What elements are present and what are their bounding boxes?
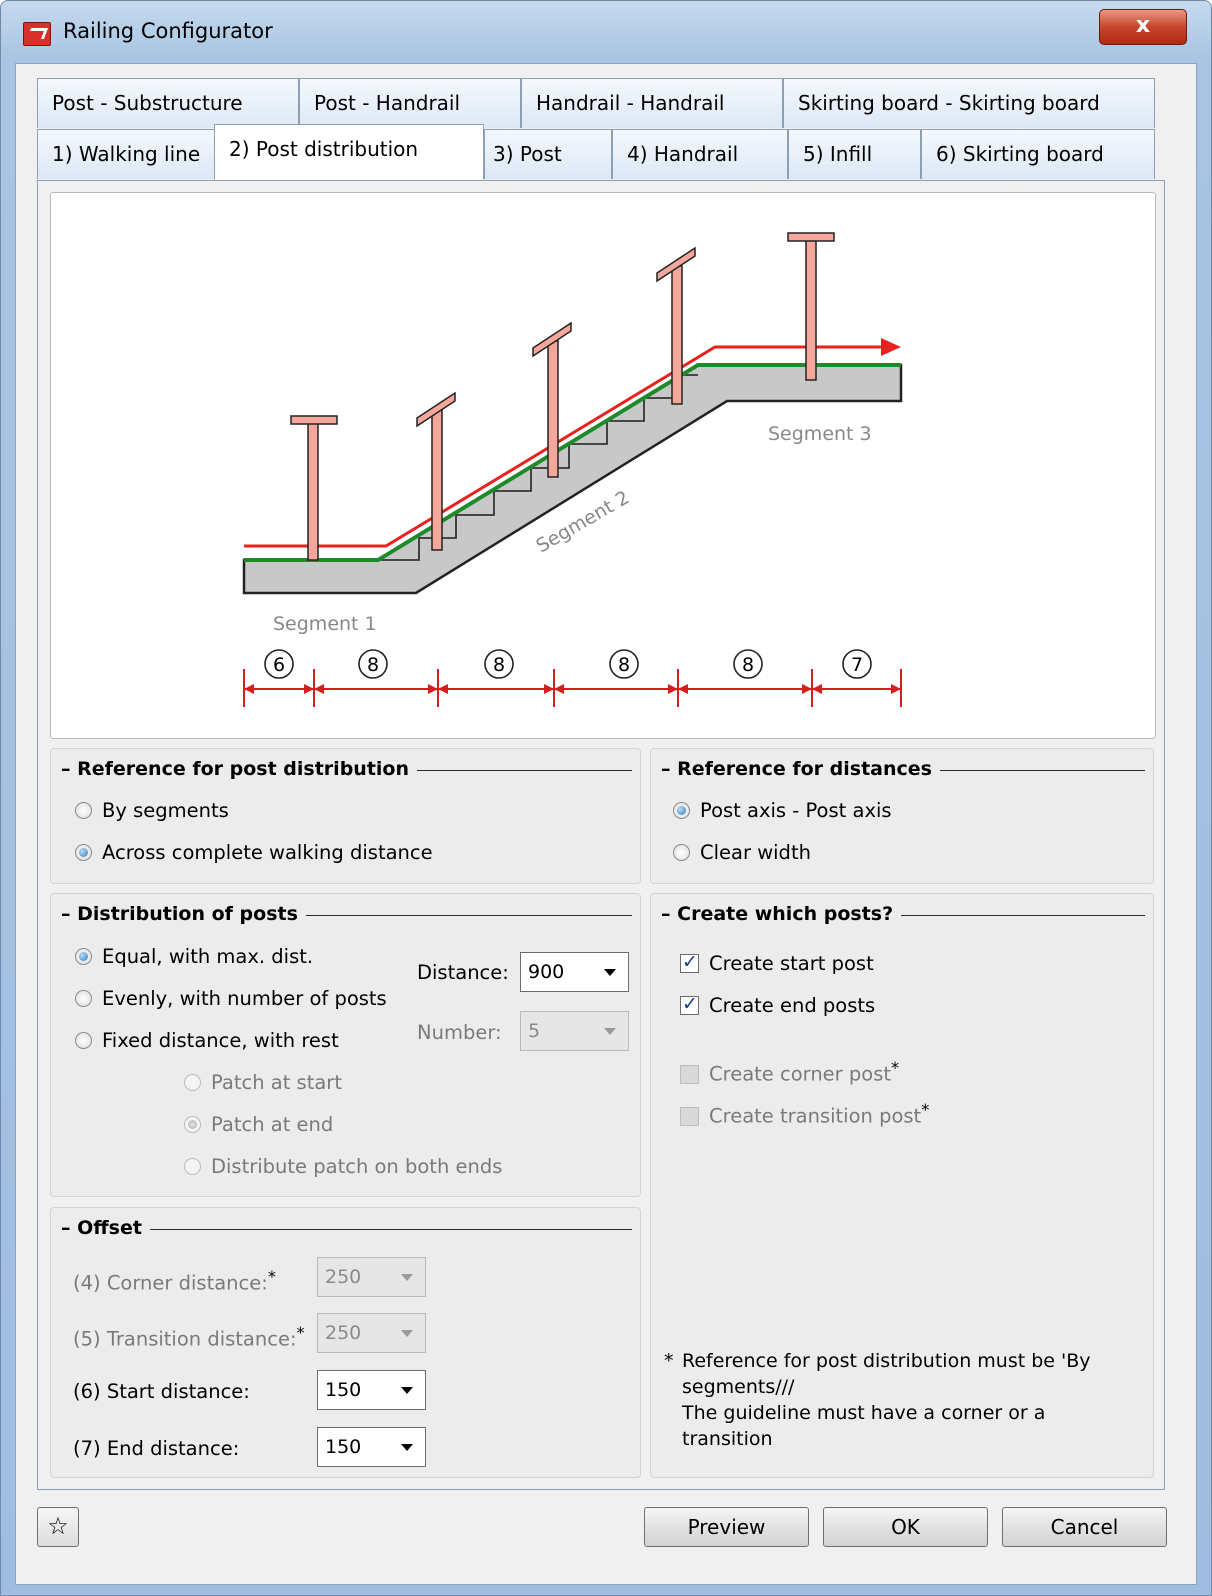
svg-text:8: 8 bbox=[618, 654, 630, 676]
tab-infill[interactable]: 5) Infill bbox=[788, 129, 921, 179]
distance-label: Distance: bbox=[417, 961, 509, 984]
dimension-bubble-3: 8 bbox=[484, 649, 514, 679]
radio-clear-width[interactable]: Clear width bbox=[673, 841, 811, 864]
radio-indicator-selected bbox=[184, 1116, 201, 1133]
distance-combobox[interactable]: 900 bbox=[520, 952, 629, 992]
stair-illustration: Segment 1 Segment 2 Segment 3 6 8 8 8 8 … bbox=[50, 192, 1156, 739]
direction-arrowhead bbox=[881, 338, 901, 356]
tab-handrail-handrail[interactable]: Handrail - Handrail bbox=[521, 78, 783, 128]
corner-distance-combobox[interactable]: 250 bbox=[317, 1257, 426, 1297]
footnote: * Reference for post distribution must b… bbox=[664, 1348, 1124, 1452]
group-title-create-which-posts: Create which posts? bbox=[677, 903, 894, 925]
end-distance-combobox[interactable]: 150 bbox=[317, 1427, 426, 1467]
post-5 bbox=[787, 232, 835, 381]
radio-indicator bbox=[184, 1074, 201, 1091]
segment-label-1: Segment 1 bbox=[273, 613, 377, 635]
favorite-button[interactable]: ☆ bbox=[37, 1507, 79, 1547]
end-distance-label: (7) End distance: bbox=[73, 1437, 240, 1460]
tab-post-distribution[interactable]: 2) Post distribution bbox=[214, 124, 484, 180]
checkbox-indicator bbox=[680, 1064, 699, 1084]
cancel-button[interactable]: Cancel bbox=[1002, 1507, 1167, 1547]
svg-text:8: 8 bbox=[367, 654, 379, 676]
start-distance-combobox[interactable]: 150 bbox=[317, 1370, 426, 1410]
radio-patch-at-start[interactable]: Patch at start bbox=[184, 1071, 342, 1094]
checkbox-indicator-checked bbox=[680, 951, 699, 973]
number-label: Number: bbox=[417, 1021, 502, 1044]
dimension-bubble-6: 7 bbox=[842, 649, 872, 679]
group-title-offset: Offset bbox=[77, 1217, 142, 1239]
transition-distance-combobox[interactable]: 250 bbox=[317, 1313, 426, 1353]
preview-button[interactable]: Preview bbox=[644, 1507, 809, 1547]
post-1 bbox=[290, 415, 338, 561]
group-title-reference-distances: Reference for distances bbox=[677, 758, 932, 780]
segment-label-3: Segment 3 bbox=[768, 423, 872, 445]
radio-by-segments[interactable]: By segments bbox=[75, 799, 229, 822]
checkbox-indicator-checked bbox=[680, 993, 699, 1015]
checkbox-create-end-posts[interactable]: Create end posts bbox=[680, 993, 875, 1017]
radio-indicator bbox=[184, 1158, 201, 1175]
radio-indicator-selected bbox=[673, 802, 690, 819]
tab-walking-line[interactable]: 1) Walking line bbox=[37, 129, 216, 179]
tab-skirting-board[interactable]: 6) Skirting board bbox=[921, 129, 1155, 179]
close-button[interactable]: x bbox=[1099, 9, 1187, 45]
tab-skirting-board-skirting-board[interactable]: Skirting board - Skirting board bbox=[783, 78, 1155, 128]
stair-diagram: Segment 1 Segment 2 Segment 3 6 8 8 8 8 … bbox=[242, 232, 903, 707]
radio-fixed-distance-with-rest[interactable]: Fixed distance, with rest bbox=[75, 1029, 339, 1052]
radio-evenly-number-of-posts[interactable]: Evenly, with number of posts bbox=[75, 987, 387, 1010]
dimension-bubble-5: 8 bbox=[733, 649, 763, 679]
svg-text:7: 7 bbox=[851, 654, 863, 676]
radio-equal-max-dist[interactable]: Equal, with max. dist. bbox=[75, 945, 313, 968]
radio-indicator-selected bbox=[75, 948, 92, 965]
radio-post-axis-post-axis[interactable]: Post axis - Post axis bbox=[673, 799, 892, 822]
window-title: Railing Configurator bbox=[63, 19, 273, 43]
radio-distribute-patch-both-ends[interactable]: Distribute patch on both ends bbox=[184, 1155, 502, 1178]
radio-indicator bbox=[75, 802, 92, 819]
dimension-bubble-1: 6 bbox=[264, 649, 294, 679]
dimension-bubble-2: 8 bbox=[358, 649, 388, 679]
app-icon bbox=[23, 22, 51, 46]
tab-post-substructure[interactable]: Post - Substructure bbox=[37, 78, 299, 128]
transition-distance-label: (5) Transition distance:* bbox=[73, 1323, 305, 1351]
svg-text:8: 8 bbox=[493, 654, 505, 676]
svg-text:6: 6 bbox=[273, 654, 285, 676]
radio-indicator bbox=[75, 990, 92, 1007]
radio-indicator bbox=[75, 1032, 92, 1049]
start-distance-label: (6) Start distance: bbox=[73, 1380, 250, 1403]
footnote-line-2: The guideline must have a corner or a tr… bbox=[682, 1402, 1046, 1450]
dimension-bubble-4: 8 bbox=[609, 649, 639, 679]
corner-distance-label: (4) Corner distance:* bbox=[73, 1267, 276, 1295]
radio-patch-at-end[interactable]: Patch at end bbox=[184, 1113, 333, 1136]
tab-handrail[interactable]: 4) Handrail bbox=[612, 129, 788, 179]
title-bar: Railing Configurator x bbox=[1, 1, 1211, 63]
number-combobox[interactable]: 5 bbox=[520, 1011, 629, 1051]
group-title-reference-post-distribution: Reference for post distribution bbox=[77, 758, 409, 780]
svg-text:8: 8 bbox=[742, 654, 754, 676]
radio-indicator-selected bbox=[75, 844, 92, 861]
ok-button[interactable]: OK bbox=[823, 1507, 988, 1547]
checkbox-create-corner-post[interactable]: Create corner post* bbox=[680, 1058, 899, 1086]
star-icon: ☆ bbox=[47, 1512, 69, 1540]
group-title-distribution-of-posts: Distribution of posts bbox=[77, 903, 298, 925]
checkbox-indicator bbox=[680, 1106, 699, 1126]
tab-post[interactable]: 3) Post bbox=[484, 129, 612, 179]
radio-indicator bbox=[673, 844, 690, 861]
checkbox-create-start-post[interactable]: Create start post bbox=[680, 951, 874, 975]
tab-post-handrail[interactable]: Post - Handrail bbox=[299, 78, 521, 128]
checkbox-create-transition-post[interactable]: Create transition post* bbox=[680, 1100, 929, 1128]
radio-across-complete-walking-distance[interactable]: Across complete walking distance bbox=[75, 841, 433, 864]
footnote-line-1: Reference for post distribution must be … bbox=[682, 1350, 1091, 1398]
